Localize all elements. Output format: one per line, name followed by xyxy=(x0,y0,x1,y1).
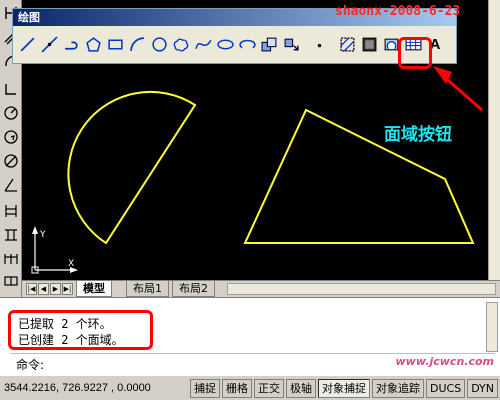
command-prompt: 命令: xyxy=(16,358,45,372)
command-scrollbar[interactable] xyxy=(486,302,498,352)
make-block-icon[interactable] xyxy=(280,33,302,55)
status-bar: 3544.2216, 726.9227 , 0.0000 捕捉 栅格 正交 极轴… xyxy=(0,375,500,400)
region-button-highlight xyxy=(398,37,432,69)
last-tab-icon[interactable]: ▶| xyxy=(62,283,73,295)
jogged-icon[interactable] xyxy=(2,128,20,146)
tolerance-icon[interactable] xyxy=(2,272,20,290)
gradient-icon[interactable] xyxy=(358,33,380,55)
continue-icon[interactable] xyxy=(2,250,20,268)
baseline-icon[interactable] xyxy=(2,226,20,244)
polar-toggle[interactable]: 极轴 xyxy=(286,378,316,398)
ellipse-icon[interactable] xyxy=(214,33,236,55)
insert-block-icon[interactable] xyxy=(258,33,280,55)
author-watermark: shaonx-2008-6-23 xyxy=(335,4,461,19)
hatch-icon[interactable] xyxy=(336,33,358,55)
construction-line-icon[interactable] xyxy=(38,33,60,55)
coordinate-readout: 3544.2216, 726.9227 , 0.0000 xyxy=(4,382,151,394)
line-icon[interactable] xyxy=(16,33,38,55)
rectangle-icon[interactable] xyxy=(104,33,126,55)
semicircle-region xyxy=(67,90,197,245)
svg-text:Y: Y xyxy=(39,230,46,240)
horizontal-scrollbar[interactable] xyxy=(227,283,496,295)
point-icon[interactable] xyxy=(308,33,330,55)
ortho-toggle[interactable]: 正交 xyxy=(254,378,284,398)
spline-icon[interactable] xyxy=(192,33,214,55)
tab-layout1[interactable]: 布局1 xyxy=(126,281,169,297)
ducs-toggle[interactable]: DUCS xyxy=(426,378,466,398)
dyn-toggle[interactable]: DYN xyxy=(467,378,499,398)
revision-cloud-icon[interactable] xyxy=(170,33,192,55)
prev-tab-icon[interactable]: ◀ xyxy=(38,283,49,295)
ordinate-icon[interactable] xyxy=(2,80,20,98)
quick-dimension-icon[interactable] xyxy=(2,202,20,220)
ellipse-arc-icon[interactable] xyxy=(236,33,258,55)
angular-icon[interactable] xyxy=(2,176,20,194)
region-button-annotation: 面域按钮 xyxy=(384,125,452,145)
ucs-icon: Y X xyxy=(31,226,78,274)
command-output-highlight xyxy=(8,310,153,350)
grid-toggle[interactable]: 栅格 xyxy=(222,378,252,398)
vertical-scrollbar[interactable] xyxy=(488,0,500,280)
radius-icon[interactable] xyxy=(2,104,20,122)
arc-icon[interactable] xyxy=(126,33,148,55)
diameter-icon[interactable] xyxy=(2,152,20,170)
layout-tabbar: |◀ ◀ ▶ ▶| 模型 布局1 布局2 xyxy=(22,280,500,297)
site-watermark: www.jcwcn.com xyxy=(395,355,494,368)
otrack-toggle[interactable]: 对象追踪 xyxy=(372,378,424,398)
tab-model[interactable]: 模型 xyxy=(76,281,112,297)
snap-toggle[interactable]: 捕捉 xyxy=(190,378,220,398)
next-tab-icon[interactable]: ▶ xyxy=(50,283,61,295)
svg-text:X: X xyxy=(68,259,74,269)
pointer-arrow xyxy=(441,73,483,112)
circle-icon[interactable] xyxy=(148,33,170,55)
tab-layout2[interactable]: 布局2 xyxy=(172,281,215,297)
polygon-icon[interactable] xyxy=(82,33,104,55)
polyline-icon[interactable] xyxy=(60,33,82,55)
first-tab-icon[interactable]: |◀ xyxy=(26,283,37,295)
osnap-toggle[interactable]: 对象捕捉 xyxy=(318,378,370,398)
